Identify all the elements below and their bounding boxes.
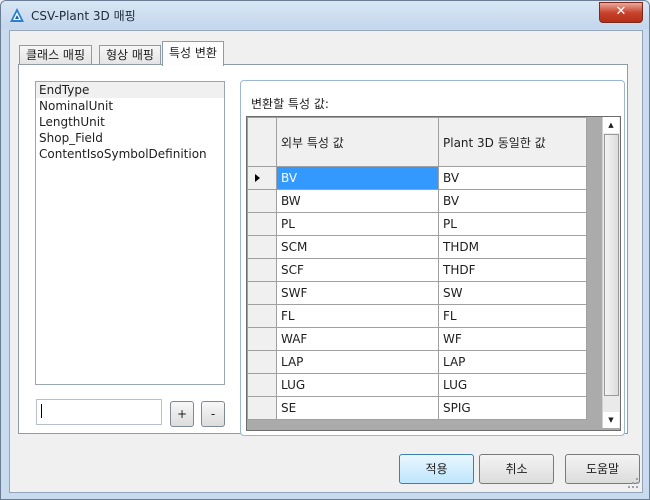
close-button[interactable]: ✕ [599,2,643,23]
plant3d-value-cell[interactable]: LAP [438,350,587,374]
table-row[interactable]: BV BV [247,166,587,190]
grid-header-row: 외부 특성 값 Plant 3D 동일한 값 [247,117,587,167]
row-header[interactable] [247,235,277,259]
tab-property-conversion[interactable]: 특성 변환 [162,41,224,66]
external-value-cell[interactable]: BW [276,189,439,213]
table-row[interactable]: PL PL [247,212,587,236]
plant3d-value-cell[interactable]: PL [438,212,587,236]
table-row[interactable]: BW BV [247,189,587,213]
plant3d-value-cell[interactable]: BV [438,189,587,213]
cancel-button[interactable]: 취소 [479,454,554,484]
conversion-group: 변환할 특성 값: 외부 특성 값 Plant 3D 동일한 값 BV BV B… [240,80,625,436]
external-value-cell[interactable]: FL [276,304,439,328]
plant3d-value-cell[interactable]: SPIG [438,396,587,420]
property-item-shop-field[interactable]: Shop_Field [36,130,224,146]
column-header-external-value[interactable]: 외부 특성 값 [276,117,439,167]
property-item-lengthunit[interactable]: LengthUnit [36,114,224,130]
plant3d-value-cell[interactable]: WF [438,327,587,351]
external-value-cell[interactable]: SWF [276,281,439,305]
autocad-plant-logo-icon [10,8,24,22]
conversion-table: 외부 특성 값 Plant 3D 동일한 값 BV BV BW BV PL PL… [247,117,587,420]
table-row[interactable]: LUG LUG [247,373,587,397]
text-caret [41,404,42,418]
remove-button[interactable]: - [201,401,225,427]
tab-shape-mapping[interactable]: 형상 매핑 [99,45,161,65]
table-row[interactable]: SWF SW [247,281,587,305]
grid-corner-header [247,117,277,167]
external-value-cell[interactable]: WAF [276,327,439,351]
property-conversion-panel: EndType NominalUnit LengthUnit Shop_Fiel… [18,64,628,436]
table-row[interactable]: WAF WF [247,327,587,351]
row-header[interactable] [247,327,277,351]
external-value-cell[interactable]: PL [276,212,439,236]
plant3d-value-cell[interactable]: THDM [438,235,587,259]
external-value-cell[interactable]: LAP [276,350,439,374]
property-item-nominalunit[interactable]: NominalUnit [36,98,224,114]
table-row[interactable]: FL FL [247,304,587,328]
property-item-contentisosymboldefinition[interactable]: ContentIsoSymbolDefinition [36,146,224,162]
triangle-up-icon[interactable]: ▲ [603,117,619,133]
external-value-cell[interactable]: SCM [276,235,439,259]
table-row[interactable]: LAP LAP [247,350,587,374]
new-property-input[interactable] [36,399,162,425]
plant3d-value-cell[interactable]: FL [438,304,587,328]
window-title: CSV-Plant 3D 매핑 [31,9,136,23]
property-item-endtype[interactable]: EndType [36,82,224,98]
row-header[interactable] [247,396,277,420]
conversion-group-label: 변환할 특성 값: [251,97,329,111]
table-row[interactable]: SCM THDM [247,235,587,259]
row-header[interactable] [247,166,277,190]
external-value-cell[interactable]: SE [276,396,439,420]
row-header[interactable] [247,304,277,328]
add-button[interactable]: + [170,401,194,427]
dialog-client-area: 클래스 매핑 형상 매핑 특성 변환 EndType NominalUnit L… [9,30,643,493]
row-header[interactable] [247,281,277,305]
row-header[interactable] [247,212,277,236]
tab-class-mapping[interactable]: 클래스 매핑 [19,45,93,65]
row-header[interactable] [247,189,277,213]
row-header[interactable] [247,350,277,374]
plant3d-value-cell[interactable]: THDF [438,258,587,282]
title-bar[interactable]: CSV-Plant 3D 매핑 ✕ [1,1,649,29]
external-value-cell[interactable]: LUG [276,373,439,397]
apply-button[interactable]: 적용 [399,454,474,484]
row-pointer-icon [255,174,260,182]
dialog-window: CSV-Plant 3D 매핑 ✕ 클래스 매핑 형상 매핑 특성 변환 End… [0,0,650,500]
external-value-cell[interactable]: BV [276,166,439,190]
row-header[interactable] [247,258,277,282]
plant3d-value-cell[interactable]: SW [438,281,587,305]
plant3d-value-cell[interactable]: BV [438,166,587,190]
column-header-plant3d-value[interactable]: Plant 3D 동일한 값 [438,117,587,167]
grid-vertical-scrollbar[interactable]: ▲ ▼ [602,117,620,428]
plant3d-value-cell[interactable]: LUG [438,373,587,397]
table-row[interactable]: SE SPIG [247,396,587,420]
table-row[interactable]: SCF THDF [247,258,587,282]
external-value-cell[interactable]: SCF [276,258,439,282]
resize-grip-icon[interactable] [628,478,638,488]
row-header[interactable] [247,373,277,397]
scrollbar-thumb[interactable] [604,134,619,396]
conversion-grid[interactable]: 외부 특성 값 Plant 3D 동일한 값 BV BV BW BV PL PL… [246,116,621,431]
property-list[interactable]: EndType NominalUnit LengthUnit Shop_Fiel… [35,81,225,385]
triangle-down-icon[interactable]: ▼ [603,412,619,428]
